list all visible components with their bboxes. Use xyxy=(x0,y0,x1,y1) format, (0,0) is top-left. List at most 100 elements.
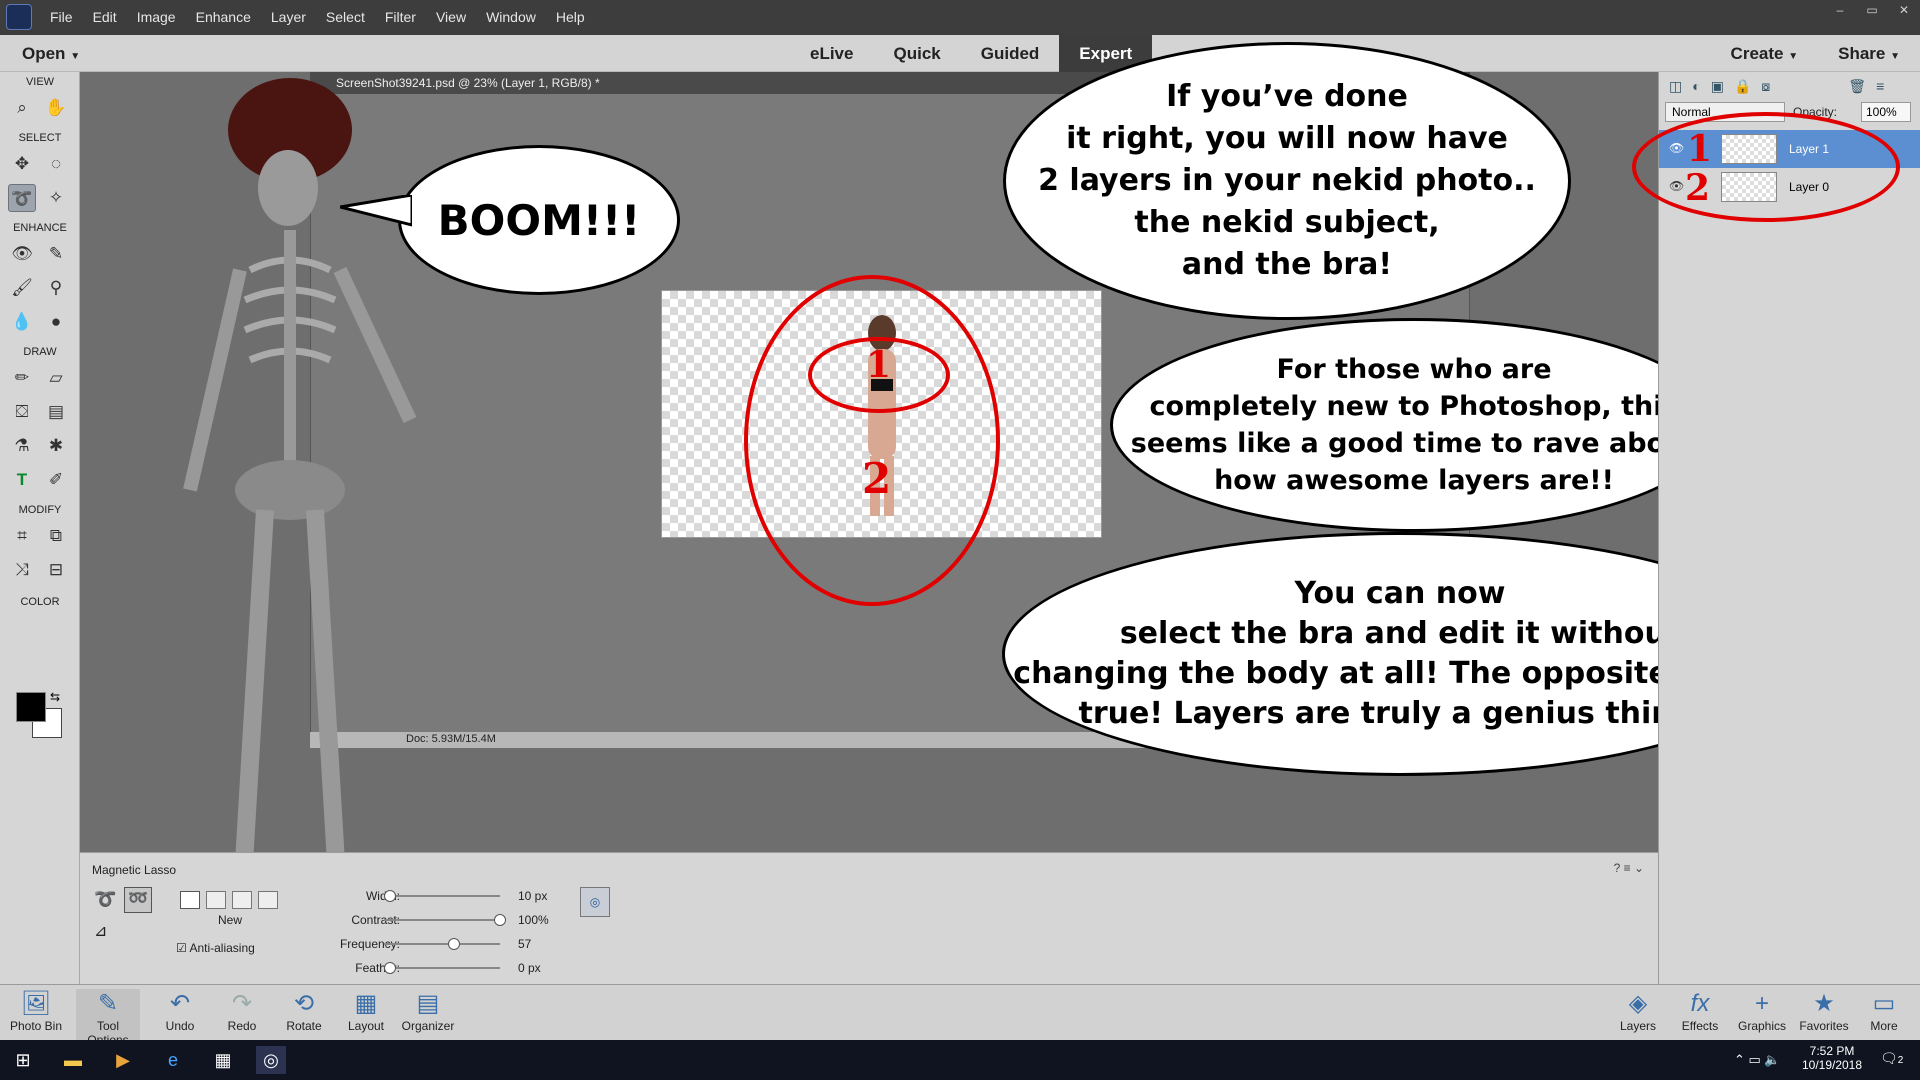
anti-aliasing-checkbox[interactable]: ☑ Anti-aliasing xyxy=(176,941,255,955)
swap-colors-icon[interactable]: ⇆ xyxy=(50,690,60,704)
menu-help[interactable]: Help xyxy=(556,9,585,25)
menu-window[interactable]: Window xyxy=(486,9,536,25)
chevron-down-icon: ▼ xyxy=(70,51,81,62)
star-icon: ★ xyxy=(1813,990,1835,1017)
content-aware-move-icon[interactable]: ⤨ xyxy=(8,556,36,584)
subtract-selection-icon[interactable] xyxy=(232,891,252,909)
menu-view[interactable]: View xyxy=(436,9,466,25)
windows-start-icon[interactable]: ⊞ xyxy=(8,1046,38,1074)
lock-all-icon[interactable]: ⧇ xyxy=(1761,78,1770,95)
lasso-tool-icon[interactable]: ➰ xyxy=(8,184,36,212)
zoom-tool-icon[interactable]: ⌕ xyxy=(8,94,36,122)
skull xyxy=(258,150,318,226)
more-button[interactable]: ▭ More xyxy=(1852,989,1916,1033)
share-button[interactable]: Share ▼ xyxy=(1838,44,1900,64)
paint-bucket-icon[interactable]: ⛋ xyxy=(8,398,36,426)
media-player-icon[interactable]: ▶ xyxy=(108,1046,138,1074)
menu-select[interactable]: Select xyxy=(326,9,365,25)
frequency-slider[interactable] xyxy=(384,938,500,950)
create-button[interactable]: Create ▼ xyxy=(1731,44,1799,64)
organizer-button[interactable]: ▤ Organizer xyxy=(396,989,460,1033)
marquee-tool-icon[interactable]: ◌ xyxy=(42,150,70,178)
clock-time: 7:52 PM xyxy=(1809,1044,1855,1058)
calculator-icon[interactable]: ▦ xyxy=(208,1046,238,1074)
panel-menu-icon[interactable]: ≡ xyxy=(1876,78,1884,95)
layout-button[interactable]: ▦ Layout xyxy=(334,989,398,1033)
minimize-button[interactable]: – xyxy=(1824,0,1856,20)
stylus-pressure-icon[interactable]: ◎ xyxy=(580,887,610,917)
smart-brush-icon[interactable]: 🖌 xyxy=(8,274,36,302)
magnetic-lasso-icon[interactable]: ➿ xyxy=(124,887,152,913)
red-eye-icon[interactable]: 👁 xyxy=(8,240,36,268)
width-slider[interactable] xyxy=(384,890,500,902)
lock-icon[interactable]: 🔒 xyxy=(1734,78,1751,95)
trash-icon[interactable]: 🗑 xyxy=(1848,78,1866,95)
help-menu-icons[interactable]: ? ≡ ⌄ xyxy=(1614,861,1644,875)
pencil-icon[interactable]: ✐ xyxy=(42,466,70,494)
internet-explorer-icon[interactable]: e xyxy=(158,1046,188,1074)
layer-mask-icon[interactable]: ▣ xyxy=(1711,78,1724,95)
blur-icon[interactable]: 💧 xyxy=(8,308,36,336)
tool-options-button[interactable]: ✎Tool Options xyxy=(76,989,140,1047)
frequency-slider-knob[interactable] xyxy=(448,938,460,950)
open-button[interactable]: Open ▼ xyxy=(22,44,80,64)
file-explorer-icon[interactable]: ▬ xyxy=(58,1046,88,1074)
menu-layer[interactable]: Layer xyxy=(271,9,306,25)
lasso-variant-icon[interactable]: ➰ xyxy=(94,889,116,910)
straighten-icon[interactable]: ⊟ xyxy=(42,556,70,584)
photo-bin-button[interactable]: 🖼 Photo Bin xyxy=(4,989,68,1033)
sponge-icon[interactable]: ● xyxy=(42,308,70,336)
graphics-button[interactable]: + Graphics xyxy=(1730,989,1794,1033)
new-layer-icon[interactable]: ◫ xyxy=(1669,78,1682,95)
hand-tool-icon[interactable]: ✋ xyxy=(42,94,70,122)
eyedropper-icon[interactable]: ⚗ xyxy=(8,432,36,460)
gradient-icon[interactable]: ▤ xyxy=(42,398,70,426)
recompose-icon[interactable]: ⧉ xyxy=(42,522,70,550)
bottom-bar: 🖼 Photo Bin ✎Tool Options ↶ Undo ↷ Redo ⟲ Ro… xyxy=(0,984,1920,1047)
menu-filter[interactable]: Filter xyxy=(385,9,416,25)
add-selection-icon[interactable] xyxy=(206,891,226,909)
new-selection-icon[interactable] xyxy=(180,891,200,909)
feather-slider-knob[interactable] xyxy=(384,962,396,974)
menu-enhance[interactable]: Enhance xyxy=(196,9,251,25)
adjustment-layer-icon[interactable]: ◐ xyxy=(1692,78,1700,95)
notification-center-icon[interactable]: 🗨2 xyxy=(1880,1050,1903,1067)
restore-button[interactable]: ▭ xyxy=(1856,0,1888,20)
mode-bar: Open ▼ eLive Quick Guided Expert Create … xyxy=(0,35,1920,72)
eraser-icon[interactable]: ▱ xyxy=(42,364,70,392)
tab-guided[interactable]: Guided xyxy=(961,35,1060,72)
effects-button[interactable]: fx Effects xyxy=(1668,989,1732,1033)
effects-label: Effects xyxy=(1681,1019,1719,1033)
redo-button[interactable]: ↷ Redo xyxy=(210,989,274,1033)
width-slider-knob[interactable] xyxy=(384,890,396,902)
move-tool-icon[interactable]: ✥ xyxy=(8,150,36,178)
favorites-button[interactable]: ★ Favorites xyxy=(1792,989,1856,1033)
tab-quick[interactable]: Quick xyxy=(873,35,960,72)
contrast-slider[interactable] xyxy=(384,914,506,926)
clone-stamp-icon[interactable]: ⚲ xyxy=(42,274,70,302)
intersect-selection-icon[interactable] xyxy=(258,891,278,909)
opacity-input[interactable]: 100% xyxy=(1861,102,1911,122)
menu-image[interactable]: Image xyxy=(137,9,176,25)
rotate-button[interactable]: ⟲ Rotate xyxy=(272,989,336,1033)
tab-elive[interactable]: eLive xyxy=(790,35,873,72)
feather-slider[interactable] xyxy=(384,962,500,974)
custom-shape-icon[interactable]: ✱ xyxy=(42,432,70,460)
layers-button[interactable]: ◈ Layers xyxy=(1606,989,1670,1033)
foreground-color-swatch[interactable] xyxy=(16,692,46,722)
effects-icon: fx xyxy=(1690,990,1710,1017)
contrast-slider-knob[interactable] xyxy=(494,914,506,926)
type-tool-icon[interactable]: T xyxy=(8,466,36,494)
polygonal-lasso-icon[interactable]: ⊿ xyxy=(94,921,107,941)
brush-icon[interactable]: ✏ xyxy=(8,364,36,392)
undo-button[interactable]: ↶ Undo xyxy=(148,989,212,1033)
spot-healing-icon[interactable]: ✎ xyxy=(42,240,70,268)
close-button[interactable]: ✕ xyxy=(1888,0,1920,20)
crop-icon[interactable]: ⌗ xyxy=(8,522,36,550)
menu-file[interactable]: File xyxy=(50,9,73,25)
photoshop-elements-icon[interactable]: ◎ xyxy=(256,1046,286,1074)
clock[interactable]: 7:52 PM 10/19/2018 xyxy=(1800,1044,1864,1072)
magic-wand-icon[interactable]: ✧ xyxy=(42,184,70,212)
menu-edit[interactable]: Edit xyxy=(93,9,117,25)
tray-icons[interactable]: ⌃ ▭ 🔈 xyxy=(1734,1052,1781,1068)
